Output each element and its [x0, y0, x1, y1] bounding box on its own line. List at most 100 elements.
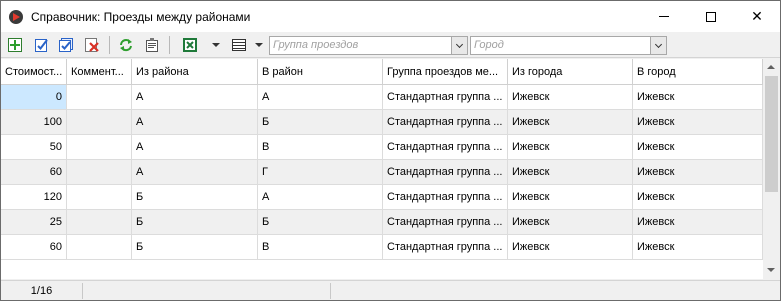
chevron-down-icon [654, 40, 663, 48]
column-header-from-city[interactable]: Из города [508, 59, 633, 85]
app-icon [9, 10, 23, 24]
properties-icon [146, 38, 158, 52]
cell-cost[interactable]: 25 [1, 210, 67, 234]
vertical-scrollbar[interactable] [763, 59, 780, 279]
cell-to-district[interactable]: А [258, 185, 383, 209]
table-row[interactable]: 50 А В Стандартная группа ... Ижевск Иже… [1, 135, 763, 160]
cell-group[interactable]: Стандартная группа ... [383, 210, 508, 234]
status-panel [83, 283, 331, 299]
excel-export-button[interactable] [181, 36, 199, 54]
cell-to-district[interactable]: А [258, 85, 383, 109]
cell-comment[interactable] [67, 210, 132, 234]
cell-from-city[interactable]: Ижевск [508, 185, 633, 209]
cell-comment[interactable] [67, 135, 132, 159]
title-bar[interactable]: Справочник: Проезды между районами ✕ [1, 1, 780, 32]
cell-to-city[interactable]: Ижевск [633, 210, 763, 234]
excel-export-dropdown-icon[interactable] [212, 43, 220, 47]
cell-cost[interactable]: 50 [1, 135, 67, 159]
cell-group[interactable]: Стандартная группа ... [383, 160, 508, 184]
maximize-button[interactable] [688, 1, 734, 32]
cell-comment[interactable] [67, 160, 132, 184]
scroll-down-icon[interactable] [767, 268, 775, 272]
column-header-to-city[interactable]: В город [633, 59, 763, 85]
cell-to-city[interactable]: Ижевск [633, 160, 763, 184]
scrollbar-thumb[interactable] [765, 76, 778, 192]
columns-button[interactable] [230, 36, 248, 54]
cell-group[interactable]: Стандартная группа ... [383, 185, 508, 209]
column-header-cost[interactable]: Стоимост... [1, 59, 67, 85]
columns-dropdown-icon[interactable] [255, 43, 263, 47]
grid-header: Стоимост... Коммент... Из района В район… [1, 59, 763, 85]
cell-from-city[interactable]: Ижевск [508, 135, 633, 159]
cell-from-district[interactable]: А [132, 160, 258, 184]
scroll-up-icon[interactable] [767, 65, 775, 69]
add-record-button[interactable] [6, 36, 24, 54]
cell-comment[interactable] [67, 85, 132, 109]
cell-from-city[interactable]: Ижевск [508, 160, 633, 184]
edit-record-button[interactable] [33, 36, 51, 54]
edit-icon [35, 39, 48, 52]
delete-icon [85, 38, 99, 52]
cell-group[interactable]: Стандартная группа ... [383, 85, 508, 109]
cell-cost[interactable]: 100 [1, 110, 67, 134]
minimize-button[interactable] [641, 1, 687, 32]
cell-to-district[interactable]: В [258, 135, 383, 159]
cell-to-district[interactable]: Б [258, 110, 383, 134]
cell-comment[interactable] [67, 235, 132, 259]
cell-to-city[interactable]: Ижевск [633, 235, 763, 259]
cell-from-city[interactable]: Ижевск [508, 235, 633, 259]
city-filter-combo[interactable]: Город [470, 36, 667, 55]
columns-icon [232, 39, 246, 51]
cell-cost[interactable]: 60 [1, 235, 67, 259]
table-row[interactable]: 60 Б В Стандартная группа ... Ижевск Иже… [1, 235, 763, 260]
group-filter-dropdown-button[interactable] [451, 37, 467, 54]
close-button[interactable]: ✕ [734, 1, 780, 32]
cell-from-district[interactable]: Б [132, 210, 258, 234]
cell-group[interactable]: Стандартная группа ... [383, 110, 508, 134]
table-row[interactable]: 0 А А Стандартная группа ... Ижевск Ижев… [1, 85, 763, 110]
cell-to-city[interactable]: Ижевск [633, 110, 763, 134]
group-filter-placeholder: Группа проездов [273, 39, 359, 51]
cell-to-city[interactable]: Ижевск [633, 135, 763, 159]
record-position: 1/16 [1, 283, 83, 299]
column-header-comment[interactable]: Коммент... [67, 59, 132, 85]
data-grid: Стоимост... Коммент... Из района В район… [1, 59, 763, 279]
cell-comment[interactable] [67, 110, 132, 134]
cell-to-district[interactable]: Б [258, 210, 383, 234]
properties-button[interactable] [143, 36, 161, 54]
cell-to-district[interactable]: В [258, 235, 383, 259]
cell-to-city[interactable]: Ижевск [633, 85, 763, 109]
group-filter-combo[interactable]: Группа проездов [269, 36, 468, 55]
cell-from-city[interactable]: Ижевск [508, 85, 633, 109]
status-bar: 1/16 [1, 280, 780, 300]
cell-from-district[interactable]: Б [132, 235, 258, 259]
edit-multiple-button[interactable] [57, 36, 75, 54]
cell-group[interactable]: Стандартная группа ... [383, 235, 508, 259]
edit-multiple-icon [59, 38, 73, 52]
cell-from-district[interactable]: Б [132, 185, 258, 209]
cell-from-district[interactable]: А [132, 135, 258, 159]
cell-from-city[interactable]: Ижевск [508, 110, 633, 134]
refresh-button[interactable] [117, 36, 135, 54]
cell-comment[interactable] [67, 185, 132, 209]
table-row[interactable]: 120 Б А Стандартная группа ... Ижевск Иж… [1, 185, 763, 210]
table-row[interactable]: 60 А Г Стандартная группа ... Ижевск Иже… [1, 160, 763, 185]
city-filter-dropdown-button[interactable] [650, 37, 666, 54]
table-row[interactable]: 25 Б Б Стандартная группа ... Ижевск Иже… [1, 210, 763, 235]
cell-from-district[interactable]: А [132, 110, 258, 134]
column-header-to-district[interactable]: В район [258, 59, 383, 85]
column-header-from-district[interactable]: Из района [132, 59, 258, 85]
cell-to-city[interactable]: Ижевск [633, 185, 763, 209]
chevron-down-icon [455, 40, 464, 48]
delete-record-button[interactable] [83, 36, 101, 54]
cell-from-city[interactable]: Ижевск [508, 210, 633, 234]
cell-cost[interactable]: 120 [1, 185, 67, 209]
cell-from-district[interactable]: А [132, 85, 258, 109]
cell-to-district[interactable]: Г [258, 160, 383, 184]
cell-group[interactable]: Стандартная группа ... [383, 135, 508, 159]
cell-cost[interactable]: 0 [1, 85, 67, 109]
table-row[interactable]: 100 А Б Стандартная группа ... Ижевск Иж… [1, 110, 763, 135]
cell-cost[interactable]: 60 [1, 160, 67, 184]
toolbar-separator [169, 36, 170, 54]
column-header-group[interactable]: Группа проездов ме... [383, 59, 508, 85]
